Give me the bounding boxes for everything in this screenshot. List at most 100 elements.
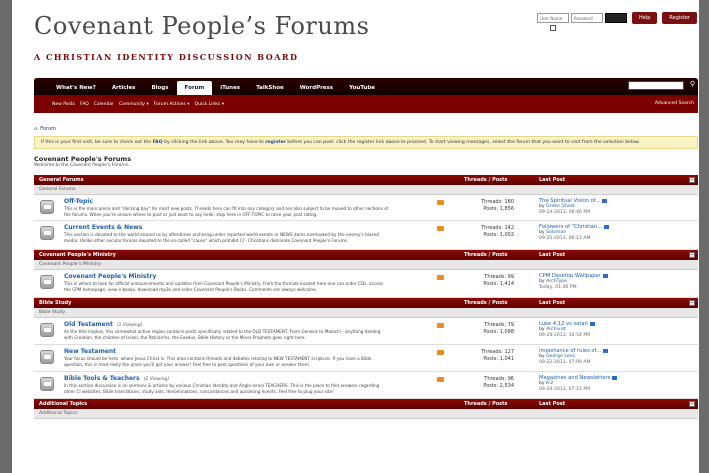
go-to-post-icon[interactable]	[602, 273, 608, 278]
column-threads-posts: Threads / Posts	[464, 252, 508, 258]
forum-list: General Forums Threads / Posts Last Post − G…	[34, 175, 698, 419]
notice-faq-link[interactable]: FAQ	[153, 140, 163, 145]
last-post-user[interactable]: ArchType	[546, 279, 567, 284]
column-last-post: Last Post	[539, 177, 566, 183]
column-last-post: Last Post	[539, 252, 566, 258]
search-icon[interactable]: ⚲	[690, 80, 695, 88]
category-header[interactable]: Additional Topics Threads / Posts Last Pos…	[34, 399, 698, 409]
forum-status-icon	[40, 275, 54, 289]
category-name[interactable]: General Forums	[39, 177, 84, 183]
post-count: Posts: 1,856	[483, 205, 514, 212]
last-post-user[interactable]: Green Ghost	[546, 204, 575, 209]
category-header[interactable]: Covenant People's Ministry Threads / Post…	[34, 250, 698, 260]
category-header[interactable]: Bible Study Threads / Posts Last Post −	[34, 298, 698, 308]
last-post: Magazines and Newsletters by K-2 09-24-201…	[539, 375, 618, 394]
post-count: Posts: 1,098	[483, 328, 514, 335]
breadcrumb-forum[interactable]: Forum	[40, 126, 56, 132]
forum-description: This section is devoted to the world aro…	[64, 232, 379, 243]
rss-icon[interactable]	[437, 323, 444, 328]
forum-row[interactable]: Off-Topic This is the main arena and "doc…	[34, 195, 698, 221]
rss-icon[interactable]	[437, 226, 444, 231]
last-post-date: Today, 01:46 PM	[539, 285, 577, 291]
last-post: Importance of rules of... by George Lenz 0…	[539, 348, 608, 367]
forum-title-link[interactable]: Off-Topic	[64, 198, 93, 205]
rss-icon[interactable]	[437, 275, 444, 280]
tab-youtube[interactable]: YouTube	[341, 81, 383, 95]
sub-calendar[interactable]: Calendar	[94, 102, 114, 107]
notice-text: before you can post: click the register …	[285, 140, 640, 145]
remember-me-checkbox[interactable]	[550, 25, 556, 31]
password-input[interactable]: Password	[571, 13, 603, 23]
go-to-post-icon[interactable]	[604, 224, 610, 229]
collapse-icon[interactable]: −	[689, 252, 695, 258]
last-post-user[interactable]: Solomon	[546, 230, 566, 235]
tab-itunes[interactable]: iTunes	[212, 81, 248, 95]
tab-articles[interactable]: Articles	[104, 81, 144, 95]
forum-status-icon	[40, 377, 54, 391]
forum-title-link[interactable]: Bible Tools & Teachers (2 Viewing)	[64, 375, 169, 382]
username-input[interactable]: User Name	[537, 13, 569, 23]
rss-icon[interactable]	[437, 200, 444, 205]
notice-banner: If this is your first visit, be sure to …	[34, 136, 698, 149]
register-button[interactable]: Register	[662, 12, 697, 24]
forum-title-link[interactable]: Current Events & News	[64, 224, 142, 231]
column-threads-posts: Threads / Posts	[464, 177, 508, 183]
forum-status-icon	[40, 350, 54, 364]
notice-register-link[interactable]: register	[265, 140, 286, 145]
forum-row[interactable]: New Testament Your focus should be here, …	[34, 345, 698, 372]
advanced-search-link[interactable]: Advanced Search	[655, 101, 694, 106]
forum-row[interactable]: Old Testament (1 Viewing) As the title imp…	[34, 318, 698, 345]
tab-talkshoe[interactable]: TalkShoe	[248, 81, 292, 95]
category-header[interactable]: General Forums Threads / Posts Last Post −	[34, 175, 698, 185]
tab-whats-new[interactable]: What's New?	[48, 81, 104, 95]
navbar: What's New? Articles Blogs Forum iTunes …	[34, 78, 698, 113]
search-input[interactable]	[628, 81, 684, 90]
post-count: Posts: 1,041	[483, 355, 514, 362]
last-post-user[interactable]: Archivist	[546, 327, 566, 332]
forum-status-icon	[40, 323, 54, 337]
category-name[interactable]: Bible Study	[39, 300, 71, 306]
forum-row[interactable]: Bible Tools & Teachers (2 Viewing) In this…	[34, 372, 698, 399]
rss-icon[interactable]	[437, 377, 444, 382]
sub-faq[interactable]: FAQ	[80, 102, 89, 107]
collapse-icon[interactable]: −	[689, 177, 695, 183]
collapse-icon[interactable]: −	[689, 300, 695, 306]
breadcrumb: ⌂ Forum	[34, 126, 56, 132]
sub-community[interactable]: Community ▾	[119, 102, 149, 107]
forum-title-link[interactable]: Covenant People's Ministry	[64, 273, 156, 280]
viewing-count: (1 Viewing)	[116, 323, 143, 328]
site-logo-subtitle: A CHRISTIAN IDENTITY DISCUSSION BOARD	[34, 52, 299, 62]
category-name[interactable]: Covenant People's Ministry	[39, 252, 116, 258]
login-button[interactable]	[605, 13, 627, 23]
category-name[interactable]: Additional Topics	[39, 401, 87, 407]
tab-blogs[interactable]: Blogs	[143, 81, 176, 95]
forum-description: This is the main arena and "docking bay"…	[64, 206, 389, 217]
nav-tabs: What's New? Articles Blogs Forum iTunes …	[34, 78, 698, 95]
sub-new-posts[interactable]: New Posts	[52, 102, 75, 107]
go-to-post-icon[interactable]	[589, 321, 595, 326]
forum-description: This is where to look for official annou…	[64, 281, 384, 292]
sub-forum-actions[interactable]: Forum Actions ▾	[154, 102, 190, 107]
forum-title-link[interactable]: Old Testament (1 Viewing)	[64, 321, 142, 328]
forum-title-link[interactable]: New Testament	[64, 348, 116, 355]
forum-row[interactable]: Covenant People's Ministry This is where …	[34, 270, 698, 298]
last-post-user[interactable]: George Lenz	[546, 354, 575, 359]
post-count: Posts: 1,002	[483, 231, 514, 238]
go-to-post-icon[interactable]	[602, 198, 608, 203]
go-to-post-icon[interactable]	[612, 375, 618, 380]
last-post-date: 09-24-2013, 10:54 PM	[539, 333, 591, 339]
notice-text: If this is your first visit, be sure to …	[41, 140, 153, 145]
tab-forum[interactable]: Forum	[176, 81, 213, 95]
home-icon[interactable]: ⌂	[34, 126, 37, 132]
tab-wordpress[interactable]: WordPress	[292, 81, 341, 95]
collapse-icon[interactable]: −	[689, 401, 695, 407]
category-subheader: Additional Topics	[34, 409, 698, 419]
rss-icon[interactable]	[437, 350, 444, 355]
help-button[interactable]: Help	[632, 12, 658, 24]
category-subheader: Covenant People's Ministry	[34, 260, 698, 270]
go-to-post-icon[interactable]	[603, 348, 608, 353]
last-post-date: 09-24-2013, 07:13 PM	[539, 387, 591, 393]
sub-quick-links[interactable]: Quick Links ▾	[195, 102, 224, 107]
forum-row[interactable]: Current Events & News This section is dev…	[34, 221, 698, 250]
last-post-user[interactable]: K-2	[546, 381, 553, 386]
